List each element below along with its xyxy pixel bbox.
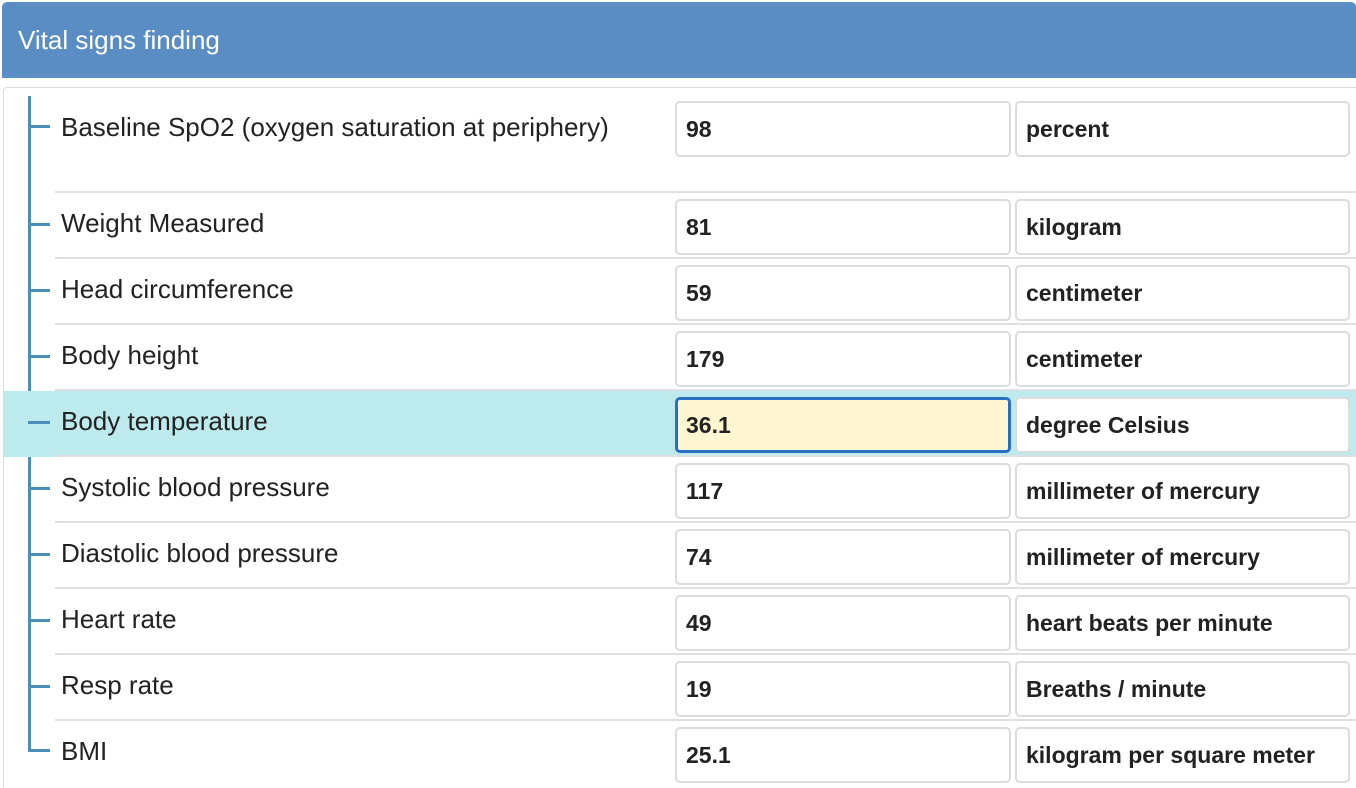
row-label: Head circumference [61,274,294,304]
systolic-unit-field[interactable]: millimeter of mercury [1015,463,1350,519]
resp-rate-unit-field[interactable]: Breaths / minute [1015,661,1350,717]
spo2-unit-field[interactable]: percent [1015,101,1350,157]
weight-unit-field[interactable]: kilogram [1015,199,1350,255]
vital-row-weight: Weight Measured 81 kilogram [0,193,1356,259]
bmi-value-field[interactable]: 25.1 [675,727,1011,783]
vital-row-diastolic: Diastolic blood pressure 74 millimeter o… [0,523,1356,589]
tree-branch [28,749,50,752]
head-circumference-value-field[interactable]: 59 [675,265,1011,321]
systolic-value-field[interactable]: 117 [675,463,1011,519]
heart-rate-value-field[interactable]: 49 [675,595,1011,651]
row-label: Resp rate [61,670,174,700]
row-label: Diastolic blood pressure [61,538,339,568]
tree-branch [28,289,50,292]
body-height-unit-field[interactable]: centimeter [1015,331,1350,387]
weight-value-field[interactable]: 81 [675,199,1011,255]
row-label: Body temperature [61,406,268,436]
tree-branch [28,553,50,556]
row-label: BMI [61,736,108,766]
vital-row-resp-rate: Resp rate 19 Breaths / minute [0,655,1356,721]
row-label: Heart rate [61,604,177,634]
row-label: Systolic blood pressure [61,472,330,502]
tree-branch [28,421,50,424]
tree-branch [28,355,50,358]
head-circumference-unit-field[interactable]: centimeter [1015,265,1350,321]
tree-branch [28,223,50,226]
vital-row-body-temperature: Body temperature 36.1 degree Celsius [0,391,1356,457]
tree-branch [28,619,50,622]
heart-rate-unit-field[interactable]: heart beats per minute [1015,595,1350,651]
row-label: Baseline SpO2 (oxygen saturation at peri… [61,112,609,142]
diastolic-value-field[interactable]: 74 [675,529,1011,585]
row-label: Weight Measured [61,208,265,238]
vital-row-head-circumference: Head circumference 59 centimeter [0,259,1356,325]
body-temperature-value-field[interactable]: 36.1 [675,397,1011,453]
panel-title: Vital signs finding [18,24,220,55]
panel-header: Vital signs finding [2,2,1356,78]
tree-branch [28,487,50,490]
row-label: Body height [61,340,199,370]
body-temperature-unit-field[interactable]: degree Celsius [1015,397,1350,453]
tree-branch [28,685,50,688]
resp-rate-value-field[interactable]: 19 [675,661,1011,717]
spo2-value-field[interactable]: 98 [675,101,1011,157]
body-height-value-field[interactable]: 179 [675,331,1011,387]
vital-row-heart-rate: Heart rate 49 heart beats per minute [0,589,1356,655]
diastolic-unit-field[interactable]: millimeter of mercury [1015,529,1350,585]
vital-row-spo2: Baseline SpO2 (oxygen saturation at peri… [0,95,1356,193]
bmi-unit-field[interactable]: kilogram per square meter [1015,727,1350,783]
vital-row-body-height: Body height 179 centimeter [0,325,1356,391]
vital-row-systolic: Systolic blood pressure 117 millimeter o… [0,457,1356,523]
tree-branch [28,125,50,128]
vital-row-bmi: BMI 25.1 kilogram per square meter [0,721,1356,788]
